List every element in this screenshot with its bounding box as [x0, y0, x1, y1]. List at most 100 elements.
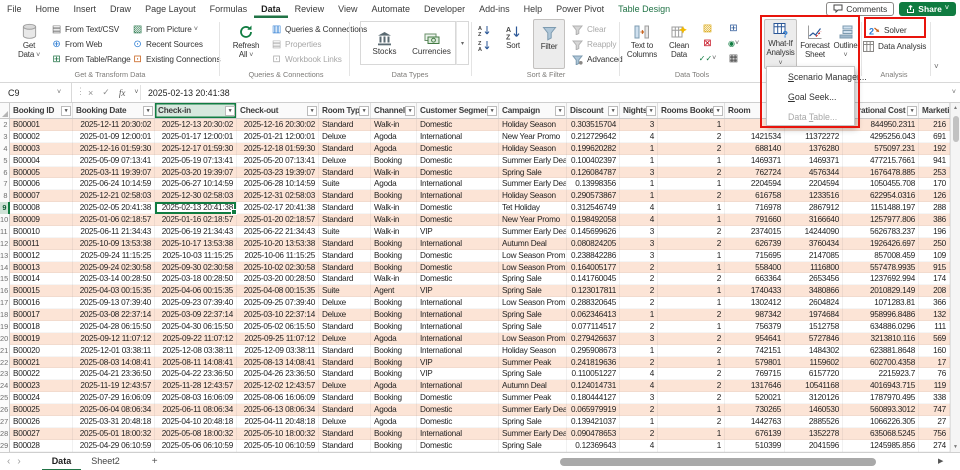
cell[interactable]: 2025-12-30 02:58:03 — [155, 190, 237, 203]
cell[interactable]: 4 — [620, 202, 658, 214]
cell[interactable]: B00017 — [10, 309, 73, 321]
sort-descending-button[interactable]: ZA — [477, 38, 492, 51]
cell[interactable]: Standard — [319, 237, 371, 250]
cell[interactable]: 2025-05-01 18:00:32 — [73, 427, 155, 440]
cell[interactable]: 0.077114517 — [567, 320, 620, 333]
cell[interactable]: 1 — [620, 178, 658, 191]
cell[interactable]: Walk-in — [371, 166, 417, 179]
cell[interactable]: 0.065979919 — [567, 404, 620, 416]
cell[interactable]: 4 — [620, 368, 658, 381]
cell[interactable]: 2653456 — [785, 273, 843, 286]
filter-dropdown-icon[interactable]: ▾ — [307, 105, 317, 116]
scroll-up-icon[interactable]: ▲ — [951, 105, 960, 111]
cell[interactable]: Domestic — [417, 439, 499, 452]
data-model-icon[interactable]: ▦ — [726, 52, 741, 65]
cell[interactable]: 2025-08-03 16:06:09 — [155, 392, 237, 404]
tab-formulas[interactable]: Formulas — [203, 0, 255, 18]
cell[interactable]: Low Season Prom — [499, 332, 567, 345]
cell[interactable]: B00010 — [10, 225, 73, 238]
cell[interactable]: Booking — [371, 309, 417, 321]
cell[interactable]: Standard — [319, 119, 371, 131]
cell[interactable]: International — [417, 190, 499, 203]
cell[interactable]: 2025-10-17 13:53:38 — [155, 237, 237, 250]
cell[interactable]: 1 — [658, 297, 725, 309]
cell[interactable]: 2025-09-23 07:39:40 — [155, 297, 237, 309]
cell[interactable]: 1 — [658, 214, 725, 226]
cell[interactable]: 2025-06-11 21:34:43 — [73, 225, 155, 238]
cell[interactable]: 2 — [620, 285, 658, 298]
cell[interactable]: 2025-12-11 20:30:02 — [73, 119, 155, 131]
cell[interactable]: 2025-03-10 22:37:14 — [237, 309, 319, 321]
cell[interactable]: Holiday Season — [499, 142, 567, 155]
cell[interactable]: 5626783.237 — [843, 225, 919, 238]
cell[interactable]: B00021 — [10, 356, 73, 369]
cell[interactable]: 0.090478653 — [567, 427, 620, 440]
cell[interactable]: Spring Sale — [499, 166, 567, 179]
recent-sources-button[interactable]: ⊙ Recent Sources — [131, 38, 203, 51]
insert-function-icon[interactable]: fx — [119, 88, 126, 98]
cell[interactable]: 2025-10-06 11:15:25 — [237, 249, 319, 262]
cell[interactable]: 1 — [658, 320, 725, 333]
cell[interactable]: Holiday Season — [499, 344, 567, 357]
cell[interactable]: 109 — [919, 249, 950, 262]
cell[interactable]: 2204594 — [785, 178, 843, 191]
cell[interactable]: 2025-01-21 12:00:01 — [237, 130, 319, 143]
cell[interactable]: 253 — [919, 166, 950, 179]
cell[interactable]: 915 — [919, 261, 950, 274]
sheet-tab-sheet2[interactable]: Sheet2 — [81, 453, 130, 470]
tab-page-layout[interactable]: Page Layout — [138, 0, 203, 18]
row-header-12[interactable]: 12 — [0, 237, 10, 250]
column-header-customer-segment[interactable]: Customer Segment ▾ — [417, 103, 499, 118]
add-sheet-button[interactable]: + — [152, 456, 158, 467]
cell[interactable]: 0.062346413 — [567, 309, 620, 321]
row-header-10[interactable]: 10 — [0, 214, 10, 226]
cell[interactable]: 0.124014731 — [567, 380, 620, 393]
cell[interactable]: 1 — [620, 190, 658, 203]
cell[interactable]: 756 — [919, 427, 950, 440]
cell[interactable]: Suite — [319, 285, 371, 298]
cell[interactable]: 0.295908673 — [567, 344, 620, 357]
filter-dropdown-icon[interactable]: ▾ — [225, 105, 235, 116]
row-header-16[interactable]: 16 — [0, 285, 10, 298]
flash-fill-icon[interactable]: ▨ — [700, 22, 715, 35]
cell[interactable]: B00009 — [10, 214, 73, 226]
cell[interactable]: 132 — [919, 309, 950, 321]
cell[interactable]: 575097.231 — [843, 142, 919, 155]
cell[interactable]: 1 — [658, 154, 725, 167]
clear-filter-button[interactable]: Clear — [572, 23, 606, 36]
cell[interactable]: Agoda — [371, 332, 417, 345]
cell[interactable]: 2025-11-28 12:43:57 — [155, 380, 237, 393]
cell[interactable]: 2 — [658, 166, 725, 179]
row-header-21[interactable]: 21 — [0, 344, 10, 357]
cell[interactable]: 2025-05-02 06:15:50 — [237, 320, 319, 333]
cell[interactable]: 2025-12-08 03:38:11 — [155, 344, 237, 357]
data-validation-icon[interactable]: ✓✓ ˅ — [699, 52, 717, 65]
solver-button[interactable]: 2 Solver — [869, 24, 907, 37]
tab-draw[interactable]: Draw — [103, 0, 138, 18]
cell[interactable]: 2025-09-24 11:15:25 — [73, 249, 155, 262]
cell[interactable]: 386 — [919, 214, 950, 226]
cell[interactable]: 2025-08-06 16:06:09 — [237, 392, 319, 404]
text-to-columns-button[interactable]: Text to Columns — [622, 19, 662, 69]
cell[interactable]: 2025-04-10 20:48:18 — [155, 415, 237, 428]
cell[interactable]: 2025-04-11 20:48:18 — [237, 415, 319, 428]
cell[interactable]: 2025-05-19 07:13:41 — [155, 154, 237, 167]
cell[interactable]: B00005 — [10, 166, 73, 179]
cell[interactable]: 626739 — [725, 237, 785, 250]
cell[interactable]: Summer Early Dea — [499, 154, 567, 167]
cell[interactable]: Agoda — [371, 404, 417, 416]
cell[interactable]: 2025-03-20 19:39:07 — [155, 166, 237, 179]
cell[interactable]: B00006 — [10, 178, 73, 191]
cell[interactable]: 1257977.806 — [843, 214, 919, 226]
cell[interactable]: 0.123017811 — [567, 285, 620, 298]
row-header-19[interactable]: 19 — [0, 320, 10, 333]
cell[interactable]: 2025-04-21 23:36:50 — [73, 368, 155, 381]
cell[interactable]: International — [417, 427, 499, 440]
cell[interactable]: 1 — [658, 261, 725, 274]
cell[interactable]: VIP — [417, 356, 499, 369]
cell[interactable]: Agoda — [371, 178, 417, 191]
cell[interactable]: 3480866 — [785, 285, 843, 298]
cell[interactable]: 1974684 — [785, 309, 843, 321]
cell[interactable]: B00014 — [10, 273, 73, 286]
cell[interactable]: 1 — [658, 249, 725, 262]
